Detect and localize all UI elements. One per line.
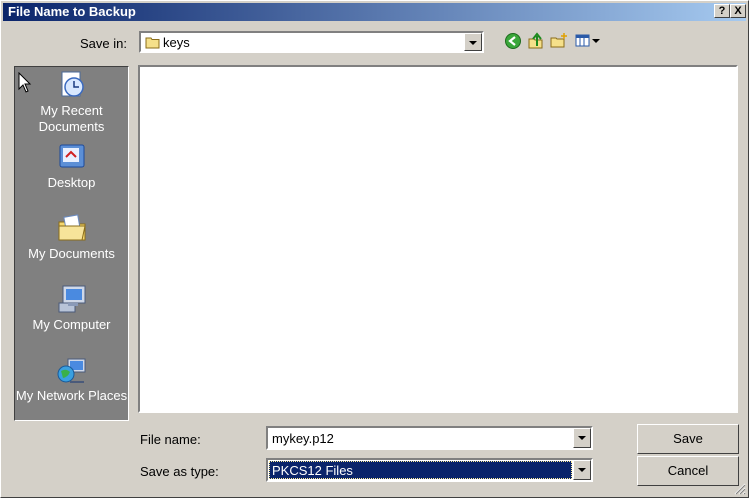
title-bar[interactable]: File Name to Backup ? X (3, 3, 746, 21)
resize-grip-icon[interactable] (734, 483, 746, 495)
save-as-type-label: Save as type: (140, 464, 219, 479)
my-computer-icon (58, 285, 85, 313)
network-places-icon (57, 358, 85, 383)
desktop-icon (59, 144, 84, 168)
my-documents-icon (58, 214, 86, 241)
views-menu-icon[interactable] (575, 32, 601, 50)
save-as-type-value: PKCS12 Files (272, 463, 353, 478)
place-label: My Computer (32, 317, 111, 332)
save-in-label: Save in: (80, 36, 127, 51)
folder-icon (145, 37, 160, 49)
save-in-combo[interactable]: keys (139, 31, 484, 53)
places-bar: My Recent Documents Desktop My Documents (14, 66, 129, 421)
mouse-pointer-icon (18, 72, 32, 93)
close-button[interactable]: X (730, 4, 746, 18)
save-as-type-select[interactable]: PKCS12 Files (266, 458, 593, 482)
help-button[interactable]: ? (714, 4, 730, 18)
file-name-label: File name: (140, 432, 201, 447)
new-folder-icon[interactable] (550, 32, 568, 50)
save-in-dropdown-button[interactable] (464, 33, 482, 51)
up-folder-icon[interactable] (527, 32, 545, 50)
place-label: My Network Places (15, 388, 128, 403)
save-as-type-dropdown-button[interactable] (573, 460, 591, 480)
file-name-input[interactable]: mykey.p12 (272, 431, 334, 446)
save-in-value: keys (163, 35, 190, 50)
place-my-network-places[interactable]: My Network Places (15, 354, 128, 404)
file-list[interactable] (138, 65, 738, 413)
file-name-dropdown-button[interactable] (573, 428, 591, 448)
place-label: My Recent Documents (38, 103, 105, 134)
file-name-combo[interactable]: mykey.p12 (266, 426, 593, 450)
place-desktop[interactable]: Desktop (15, 141, 128, 191)
place-label: Desktop (47, 175, 96, 190)
cancel-button[interactable]: Cancel (637, 456, 739, 486)
save-dialog: File Name to Backup ? X Save in: keys My… (0, 0, 749, 498)
place-my-documents[interactable]: My Documents (15, 212, 128, 262)
back-icon[interactable] (504, 32, 522, 50)
place-my-computer[interactable]: My Computer (15, 283, 128, 333)
window-title: File Name to Backup (8, 4, 136, 19)
place-label: My Documents (28, 246, 115, 261)
recent-documents-icon (61, 71, 84, 97)
save-button[interactable]: Save (637, 424, 739, 454)
